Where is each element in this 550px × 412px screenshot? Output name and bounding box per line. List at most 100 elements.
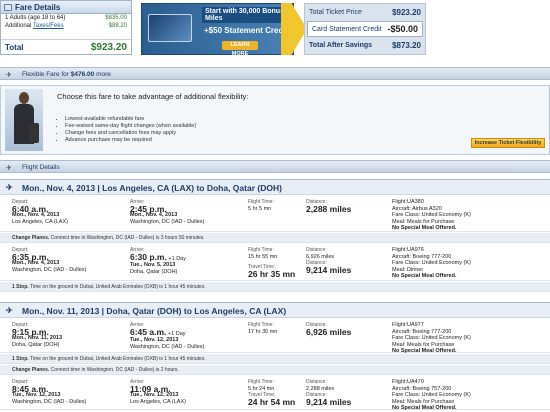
depart-date: Mon., Nov. 11, 2013 (12, 335, 63, 341)
plane-icon: ✈ (6, 165, 12, 172)
flight-time-col: Flight Time: 5 hr 24 mn Travel Time: 24 hr … (248, 379, 295, 405)
depart-date: Tue., Nov. 12, 2013 (12, 392, 61, 398)
taxes-fees-link[interactable]: Taxes/Fees (33, 23, 64, 29)
arrive-city: Los Angeles, CA (LAX) (130, 398, 186, 405)
depart-city: Los Angeles, CA (LAX) (12, 218, 68, 225)
fare-row-adults: 1 Adults (age 18 to 64) $835.00 (1, 14, 131, 22)
learn-more-button[interactable]: LEARN MORE (222, 41, 258, 57)
flight-segment: Depart: 8:45 a.m. Tue., Nov. 12, 2013 Washi… (0, 376, 550, 412)
depart-col: Depart: 6:40 a.m. Mon., Nov. 4, 2013 Los An… (12, 199, 68, 225)
summary-label: Card Statement Credit (312, 25, 382, 33)
flight-time-col: Flight Time: 17 hr 30 mn (248, 322, 277, 335)
arrive-city: Doha, Qatar (DOH) (130, 268, 178, 275)
fare-class: Fare Class: United Economy (K) (392, 335, 471, 341)
depart-city: Doha, Qatar (DOH) (12, 341, 60, 348)
flexible-bar-amount: $476.00 (70, 71, 95, 78)
special-meal: No Special Meal Offered. (392, 405, 457, 411)
travel-time: 24 hr 54 mn (248, 396, 296, 407)
traveler-head (19, 92, 29, 104)
connection-bold: Change Planes. (12, 367, 50, 373)
benefit-item: Fee-waived same-day flight changes (when… (65, 123, 196, 130)
arrive-time: 6:30 p.m. (130, 251, 167, 262)
fare-row-label: 1 Adults (age 18 to 64) (5, 15, 66, 21)
depart-col: Depart: 6:35 p.m. Mon., Nov. 4, 2013 Washin… (12, 247, 86, 273)
flight-info-col: Flight:UA976 Aircraft: Boeing 777-200 Fare… (392, 247, 471, 280)
flexible-bar-suffix: more (94, 71, 111, 78)
fare-row-label: Additional Taxes/Fees (5, 23, 64, 29)
special-meal: No Special Meal Offered. (392, 273, 457, 279)
increase-flexibility-button[interactable]: Increase Ticket Flexibility (471, 138, 545, 148)
total-distance: 9,214 miles (306, 396, 352, 407)
arrive-col: Arrive: 6:30 p.m. +1 Day Tue., Nov. 5, 201… (130, 247, 186, 275)
stop-bold: 1 Stop. (12, 284, 29, 290)
arrive-date: Mon., Nov. 4, 2013 (130, 212, 178, 218)
stop-text: Time on the ground in Dubai, United Arab… (28, 284, 206, 290)
summary-row-after-savings: Total After Savings $873.20 (305, 37, 425, 54)
plane-icon: ✈ (6, 183, 13, 192)
special-meal: No Special Meal Offered. (392, 225, 457, 231)
fare-class: Fare Class: United Economy (K) (392, 392, 471, 398)
next-day-badge: +1 Day (167, 330, 186, 337)
fare-row-taxes: Additional Taxes/Fees $88.20 (1, 22, 131, 30)
suitcase-icon (29, 123, 39, 143)
flexible-bar-prefix: Flexible Fare for (22, 71, 71, 78)
arrive-col: Arrive: 11:09 a.m. Tue., Nov. 12, 2013 Los … (130, 379, 186, 405)
fare-details-title: Fare Details (15, 3, 61, 12)
flight-segment: Depart: 9:15 p.m. Mon., Nov. 11, 2013 Doha,… (0, 319, 550, 355)
flight-time: 15 hr 55 mn (248, 253, 278, 260)
flight-details-bar: ✈ Flight Details (0, 160, 550, 173)
flight-info-col: Flight:UA470 Aircraft: Boeing 757-200 Fare… (392, 379, 471, 412)
stop-note: 1 Stop. Time on the ground in Dubai, Uni… (0, 354, 550, 364)
trip-header: ✈ Mon., Nov. 4, 2013 | Los Angeles, CA (… (0, 179, 550, 195)
flight-segment: Depart: 6:35 p.m. Mon., Nov. 4, 2013 Washin… (0, 244, 550, 281)
distance-col: Distance: 2,288 miles Distance: 9,214 miles (306, 379, 351, 405)
depart-col: Depart: 8:45 a.m. Tue., Nov. 12, 2013 Washi… (12, 379, 86, 405)
summary-value: -$50.00 (387, 24, 418, 34)
total-distance: 9,214 miles (306, 264, 352, 275)
flight-time-label: Flight Time: (248, 322, 274, 328)
fare-class: Fare Class: United Economy (K) (392, 212, 471, 218)
trip-header: ✈ Mon., Nov. 11, 2013 | Doha, Qatar (DOH… (0, 302, 550, 318)
flight-segment: Depart: 6:40 a.m. Mon., Nov. 4, 2013 Los An… (0, 196, 550, 232)
flight-time-col: Flight Time: 15 hr 55 mn Travel Time: 26 hr… (248, 247, 295, 277)
connection-note: Change Planes. Connect time in Washingto… (0, 233, 550, 243)
credit-card-promo[interactable]: Start with 30,000 Bonus Miles +$50 State… (141, 3, 294, 57)
depart-col: Depart: 9:15 p.m. Mon., Nov. 11, 2013 Doha,… (12, 322, 62, 348)
flexible-fare-panel: Choose this fare to take advantage of ad… (0, 85, 550, 155)
distance-col: Distance: 6,926 miles (306, 322, 351, 335)
flexible-fare-bar[interactable]: ✈ Flexible Fare for $476.00 more (0, 67, 550, 80)
benefit-item: Advance purchase may be required (65, 137, 196, 144)
fare-icon (4, 4, 12, 11)
benefit-list: Lowest-available refundable fare Fee-wai… (65, 116, 196, 144)
benefit-item: Lowest-available refundable fare (65, 116, 196, 123)
flight-info-col: Flight:UA380 Aircraft: Airbus A320 Fare Cl… (392, 199, 471, 232)
fare-row-value: $88.20 (108, 23, 127, 29)
arrive-date: Tue., Nov. 12, 2013 (130, 392, 179, 398)
summary-value: $923.20 (392, 8, 421, 17)
promo-banner: Start with 30,000 Bonus Miles (202, 7, 293, 23)
connection-bold: Change Planes. (12, 235, 50, 241)
fare-total-row: Total $923.20 (1, 39, 131, 54)
flexible-intro: Choose this fare to take advantage of ad… (57, 92, 249, 101)
arrive-city: Washington, DC (IAD - Dulles) (130, 218, 205, 225)
distance-col: Distance: 2,288 miles (306, 199, 351, 212)
promo-credit-text: +$50 Statement Credit (204, 26, 289, 35)
traveler-photo (5, 89, 43, 151)
flight-time: 5 hr 5 mn (248, 205, 272, 212)
arrive-col: Arrive: 6:45 a.m. +1 Day Tue., Nov. 12, 20… (130, 322, 204, 350)
summary-label: Total After Savings (309, 42, 373, 49)
benefit-item: Change fees and cancellation fees may ap… (65, 130, 196, 137)
connection-text: Connect time in Washington, DC (IAD - Du… (49, 235, 205, 241)
arrive-time: 6:45 a.m. (130, 326, 167, 337)
arrive-date: Tue., Nov. 12, 2013 (130, 337, 179, 343)
arrive-date: Tue., Nov. 5, 2013 (130, 262, 176, 268)
depart-city: Washington, DC (IAD - Dulles) (12, 266, 87, 273)
fare-total-label: Total (5, 42, 24, 52)
flight-time: 17 hr 30 mn (248, 328, 278, 335)
trip-header-text: Mon., Nov. 11, 2013 | Doha, Qatar (DOH) … (22, 306, 287, 316)
summary-value: $873.20 (392, 41, 421, 50)
flight-info-col: Flight:UA977 Aircraft: Boeing 777-200 Fare… (392, 322, 471, 355)
connection-text: Connect time in Washington, DC (IAD - Du… (49, 367, 179, 373)
fare-row-value: $835.00 (105, 15, 127, 21)
distance-col: Distance: 6,926 miles Distance: 9,214 miles (306, 247, 351, 273)
